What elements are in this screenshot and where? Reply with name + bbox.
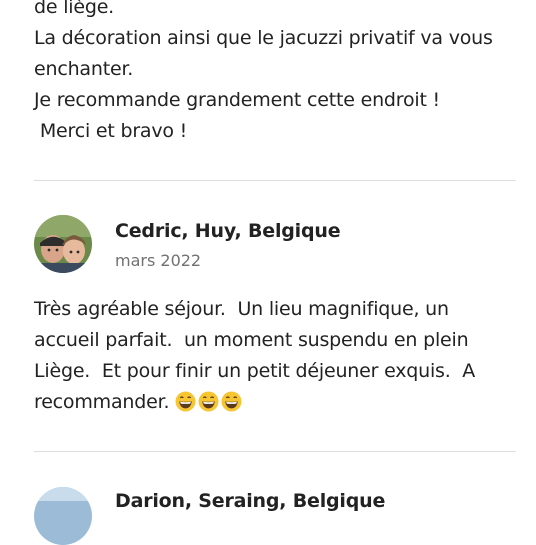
review-text-line: La décoration ainsi que le jacuzzi priva… [34, 27, 493, 49]
reviewer-name: Cedric, Huy, Belgique [115, 220, 341, 242]
reviewer-photo-avatar-icon [34, 487, 92, 545]
review-text-line: accueil parfait. un moment suspendu en p… [34, 329, 469, 351]
review-divider [34, 451, 516, 452]
review-text-line: Je recommande grandement cette endroit ! [34, 89, 440, 111]
grinning-face-emoji-icon [175, 391, 196, 412]
reviewer-photo-avatar-icon [34, 215, 92, 273]
avatar[interactable] [34, 215, 92, 273]
review-text: de liège. La décoration ainsi que le jac… [34, 0, 493, 147]
avatar[interactable] [34, 487, 92, 545]
review-divider [34, 180, 516, 181]
review-text-line: Très agréable séjour. Un lieu magnifique… [34, 298, 449, 320]
review-text-line-last: recommander. [34, 387, 475, 418]
review-text-line: recommander. [34, 391, 170, 413]
review-date: mars 2022 [115, 251, 202, 270]
review-text-line: enchanter. [34, 58, 134, 80]
reviewer-name: Darion, Seraing, Belgique [115, 490, 386, 512]
grinning-face-emoji-icon [221, 391, 242, 412]
review-text-line: Liège. Et pour finir un petit déjeuner e… [34, 360, 476, 382]
grinning-face-emoji-icon [198, 391, 219, 412]
review-text: Très agréable séjour. Un lieu magnifique… [34, 294, 475, 418]
review-text-line: Merci et bravo ! [34, 120, 188, 142]
review-text-line: de liège. [34, 0, 115, 18]
